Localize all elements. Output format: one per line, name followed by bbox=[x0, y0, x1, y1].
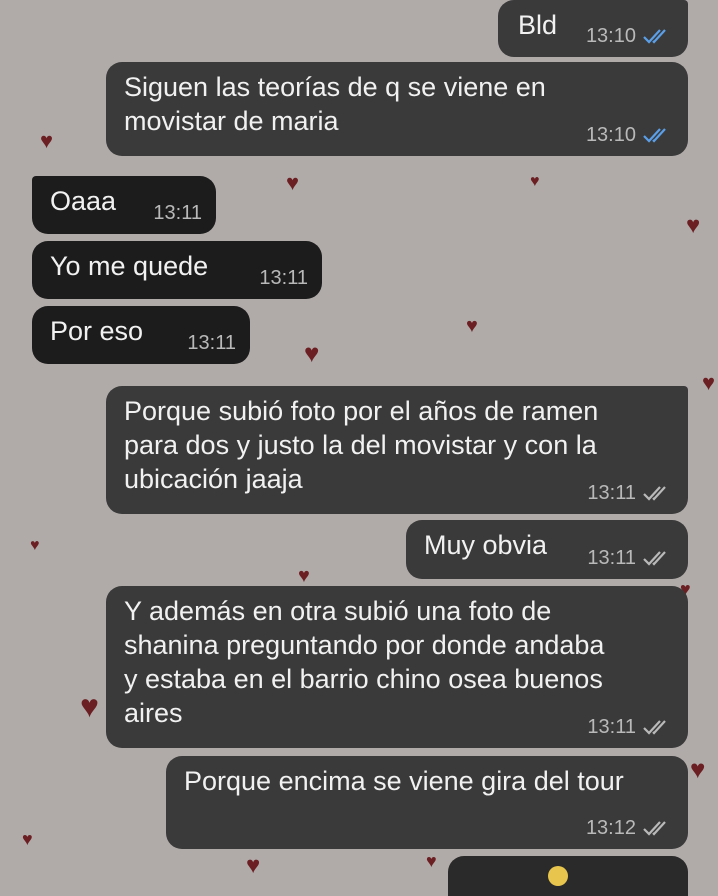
message-time: 13:10 bbox=[585, 124, 636, 146]
message-bubble[interactable]: Por eso 13:11 bbox=[32, 306, 250, 364]
double-check-icon bbox=[642, 819, 672, 837]
emoji-icon bbox=[548, 866, 568, 886]
message-meta: 13:11 bbox=[587, 482, 672, 504]
message-text: Y además en otra subió una foto de shani… bbox=[124, 596, 605, 728]
heart-icon: ♥ bbox=[702, 370, 716, 395]
double-check-icon bbox=[642, 484, 672, 502]
message-text: Porque encima se viene gira del tour bbox=[184, 766, 624, 796]
message-time: 13:10 bbox=[585, 25, 636, 47]
heart-icon: ♥ bbox=[686, 212, 701, 239]
message-meta: 13:11 bbox=[153, 202, 202, 224]
message-bubble[interactable]: Porque subió foto por el años de ramen p… bbox=[106, 386, 688, 514]
heart-icon: ♥ bbox=[690, 754, 706, 784]
heart-icon: ♥ bbox=[40, 128, 54, 153]
message-time: 13:11 bbox=[259, 267, 308, 289]
message-time: 13:11 bbox=[587, 482, 636, 504]
heart-icon: ♥ bbox=[22, 829, 33, 849]
message-meta: 13:11 bbox=[187, 332, 236, 354]
message-bubble[interactable]: Oaaa 13:11 bbox=[32, 176, 216, 234]
message-meta: 13:10 bbox=[586, 25, 672, 47]
heart-icon: ♥ bbox=[304, 338, 320, 368]
message-bubble[interactable]: Porque encima se viene gira del tour 13:… bbox=[166, 756, 688, 849]
double-check-icon bbox=[642, 549, 672, 567]
heart-icon: ♥ bbox=[30, 537, 40, 554]
message-bubble-partial[interactable] bbox=[448, 856, 688, 896]
double-check-icon bbox=[642, 27, 672, 45]
heart-icon: ♥ bbox=[80, 688, 99, 724]
message-time: 13:12 bbox=[585, 817, 636, 839]
heart-icon: ♥ bbox=[466, 315, 478, 337]
message-time: 13:11 bbox=[153, 202, 202, 224]
message-text: Porque subió foto por el años de ramen p… bbox=[124, 396, 599, 494]
message-time: 13:11 bbox=[587, 716, 636, 738]
heart-icon: ♥ bbox=[530, 173, 540, 190]
heart-icon: ♥ bbox=[246, 852, 261, 879]
message-bubble[interactable]: Muy obvia 13:11 bbox=[406, 520, 688, 579]
message-time: 13:11 bbox=[587, 547, 636, 569]
message-meta: 13:11 bbox=[259, 267, 308, 289]
heart-icon: ♥ bbox=[426, 851, 437, 871]
message-meta: 13:12 bbox=[586, 817, 672, 839]
message-meta: 13:11 bbox=[587, 716, 672, 738]
message-time: 13:11 bbox=[187, 332, 236, 354]
message-bubble[interactable]: Yo me quede 13:11 bbox=[32, 241, 322, 299]
double-check-icon bbox=[642, 126, 672, 144]
message-bubble[interactable]: Siguen las teorías de q se viene en movi… bbox=[106, 62, 688, 156]
heart-icon: ♥ bbox=[286, 170, 300, 195]
message-bubble[interactable]: Y además en otra subió una foto de shani… bbox=[106, 586, 688, 748]
message-meta: 13:11 bbox=[587, 547, 672, 569]
message-meta: 13:10 bbox=[586, 124, 672, 146]
heart-icon: ♥ bbox=[298, 565, 310, 587]
message-bubble[interactable]: Bld 13:10 bbox=[498, 0, 688, 57]
double-check-icon bbox=[642, 718, 672, 736]
